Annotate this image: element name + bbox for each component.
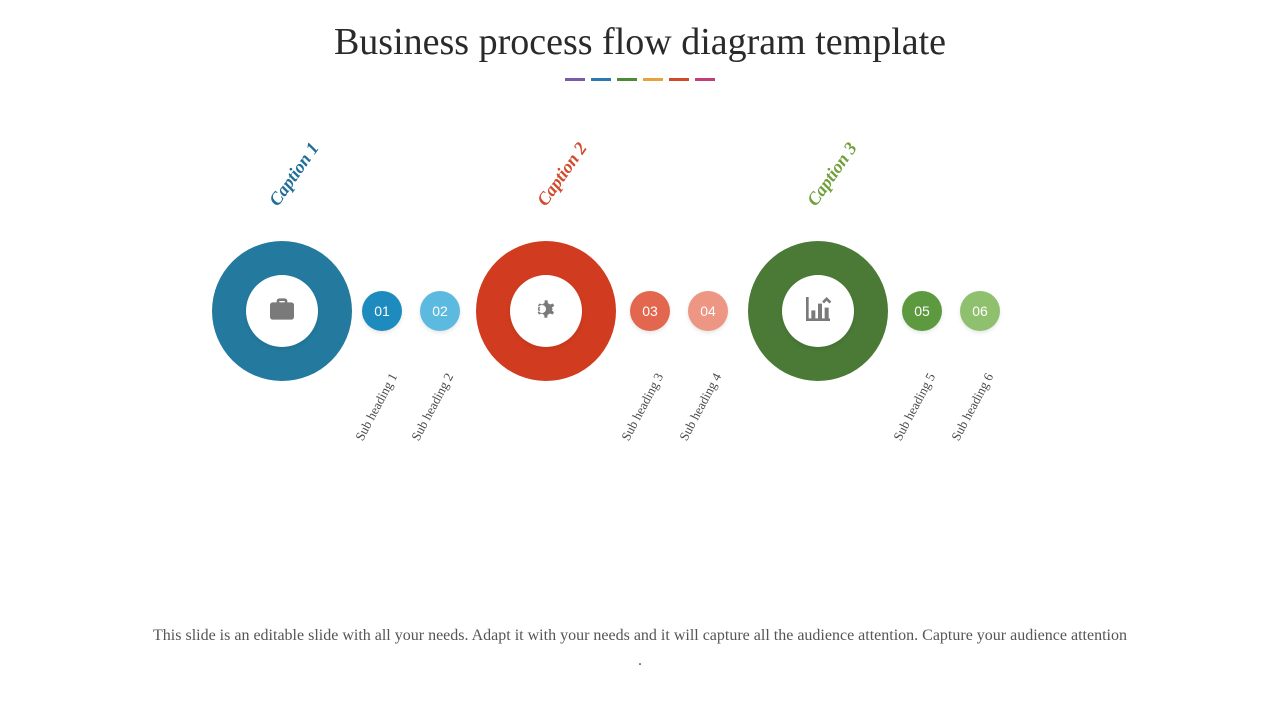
divider-seg <box>695 78 715 81</box>
gear-icon <box>530 293 562 330</box>
divider-seg <box>643 78 663 81</box>
stage-ring-inner <box>510 275 582 347</box>
stage-ring-3 <box>748 241 888 381</box>
stage-ring-inner <box>246 275 318 347</box>
step-bubble-06: 06 <box>960 291 1000 331</box>
divider-seg <box>591 78 611 81</box>
caption-1: Caption 1 <box>265 139 324 210</box>
stage-ring-1 <box>212 241 352 381</box>
step-bubble-01: 01 <box>362 291 402 331</box>
sub-heading-6: Sub heading 6 <box>948 370 997 443</box>
divider-seg <box>669 78 689 81</box>
sub-heading-1: Sub heading 1 <box>352 370 401 443</box>
step-bubble-04: 04 <box>688 291 728 331</box>
stage-ring-2 <box>476 241 616 381</box>
diagram-board: Caption 1 01 02 Sub heading 1 Sub headin… <box>0 171 1280 591</box>
caption-3: Caption 3 <box>803 139 862 210</box>
sub-heading-2: Sub heading 2 <box>408 370 457 443</box>
sub-heading-5: Sub heading 5 <box>890 370 939 443</box>
sub-heading-4: Sub heading 4 <box>676 370 725 443</box>
footer-text: This slide is an editable slide with all… <box>0 624 1280 674</box>
title-area: Business process flow diagram template <box>0 0 1280 81</box>
divider-seg <box>617 78 637 81</box>
slide-title: Business process flow diagram template <box>0 20 1280 64</box>
title-divider <box>0 78 1280 81</box>
sub-heading-3: Sub heading 3 <box>618 370 667 443</box>
chart-icon <box>802 293 834 330</box>
step-bubble-02: 02 <box>420 291 460 331</box>
briefcase-icon <box>266 293 298 330</box>
divider-seg <box>565 78 585 81</box>
stage-ring-inner <box>782 275 854 347</box>
step-bubble-05: 05 <box>902 291 942 331</box>
caption-2: Caption 2 <box>533 139 592 210</box>
step-bubble-03: 03 <box>630 291 670 331</box>
